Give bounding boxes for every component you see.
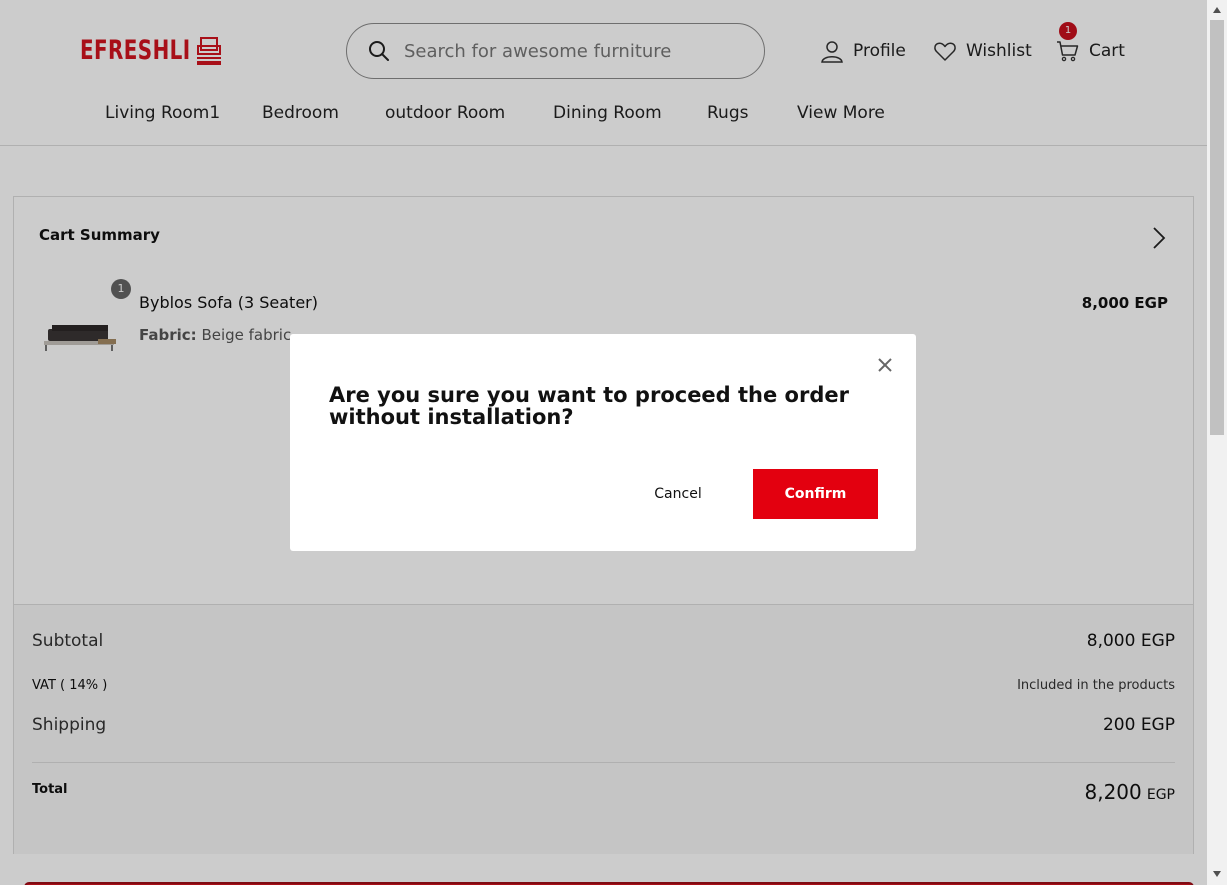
- confirm-button[interactable]: Confirm: [753, 469, 878, 519]
- dialog-message: Are you sure you want to proceed the ord…: [329, 383, 849, 429]
- scroll-up-arrow-icon[interactable]: [1212, 6, 1222, 14]
- page-scrollbar[interactable]: [1207, 0, 1227, 885]
- scroll-down-arrow-icon[interactable]: [1212, 870, 1222, 878]
- close-icon[interactable]: [876, 356, 894, 374]
- confirm-dialog: Are you sure you want to proceed the ord…: [290, 334, 916, 551]
- scrollbar-thumb[interactable]: [1210, 20, 1224, 435]
- cancel-button[interactable]: Cancel: [630, 469, 726, 519]
